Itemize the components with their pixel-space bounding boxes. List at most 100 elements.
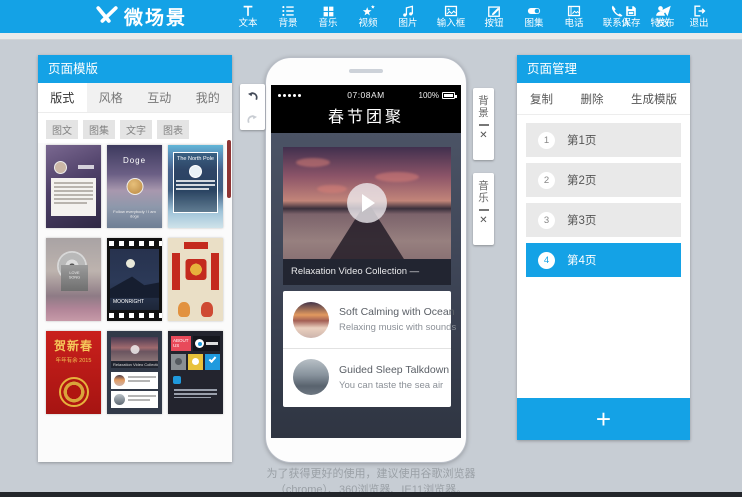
template-thumbnail-north-pole[interactable]: The North Pole — [168, 145, 223, 228]
toolbar-video-button[interactable]: 视频 — [348, 0, 388, 33]
page-panel-title: 页面管理 — [517, 55, 690, 83]
toolbar-label: 文本 — [238, 19, 257, 29]
template-thumbnail-contact-dark[interactable]: ABOUT US — [168, 331, 223, 414]
template-tabs: 版式 风格 互动 我的 — [38, 83, 232, 113]
toolbar-button-button[interactable]: 按钮 — [474, 0, 514, 33]
toolbar-image-button[interactable]: 图片 — [388, 0, 428, 33]
page-item-4-selected[interactable]: 4 第4页 — [526, 243, 681, 277]
battery-indicator: 100% — [419, 91, 455, 100]
undo-button[interactable] — [244, 87, 261, 104]
text-line — [176, 180, 215, 182]
template-thumbnail-doge[interactable]: Doge Follow everybody ! I am doge — [107, 145, 162, 228]
plus-icon: + — [596, 404, 611, 435]
page-item-1[interactable]: 1 第1页 — [526, 123, 681, 157]
save-button[interactable]: 保存 — [614, 0, 648, 33]
component-tab-background[interactable]: 背景 ✕ — [473, 88, 494, 160]
publish-button[interactable]: 发布 — [648, 0, 682, 33]
filter-chart[interactable]: 图表 — [157, 120, 189, 139]
list-icon — [281, 4, 295, 18]
exit-button[interactable]: 退出 — [682, 0, 716, 33]
template-thumbnail-love-song[interactable]: LOVE SONG — [46, 238, 101, 321]
bordered-card: The North Pole — [173, 152, 218, 213]
play-button[interactable] — [347, 183, 387, 223]
text-line — [54, 190, 93, 192]
mini-play-icon — [130, 345, 139, 354]
page-item-2[interactable]: 2 第2页 — [526, 163, 681, 197]
phone-icon — [195, 339, 204, 348]
check-icon — [209, 355, 217, 363]
page-label: 第1页 — [567, 132, 596, 148]
name-tag — [78, 165, 94, 169]
page-item-3[interactable]: 3 第3页 — [526, 203, 681, 237]
tab-style[interactable]: 风格 — [87, 83, 136, 112]
video-caption: Relaxation Video Collection — — [283, 259, 451, 285]
cartoon-kid — [201, 302, 213, 317]
toolbar-music-button[interactable]: 音乐 — [308, 0, 348, 33]
template-thumbnail-profile-purple[interactable] — [46, 145, 101, 228]
panel-scrollbar-thumb[interactable] — [227, 140, 231, 198]
text-line — [54, 194, 93, 196]
playlist-item[interactable]: Soft Calming with Ocean Relaxing music w… — [283, 291, 451, 348]
track-title: Soft Calming with Ocean — [339, 306, 441, 318]
redo-button[interactable] — [244, 110, 261, 127]
page-number-badge: 2 — [538, 172, 555, 189]
filter-text[interactable]: 文字 — [120, 120, 152, 139]
toolbar-label: 电话 — [564, 19, 583, 29]
chat-tile — [188, 354, 203, 370]
doge-avatar — [126, 178, 143, 195]
phone-tile — [193, 336, 220, 351]
template-thumbnail-moonlight-film[interactable]: MOONRIGHT — [107, 238, 162, 321]
music-note-icon — [401, 4, 415, 18]
phone-number-line — [206, 342, 218, 345]
text-line — [54, 182, 93, 184]
cloud — [375, 172, 419, 182]
toolbar-label: 按钮 — [484, 19, 503, 29]
toolbar-label: 发布 — [655, 19, 674, 29]
add-page-button[interactable]: + — [517, 398, 690, 440]
toolbar-background-button[interactable]: 背景 — [268, 0, 308, 33]
template-thumbnail-new-year-paper[interactable] — [168, 238, 223, 321]
filter-image-text[interactable]: 图文 — [46, 120, 78, 139]
generate-template-button[interactable]: 生成模版 — [631, 91, 677, 107]
browser-hint-line1: 为了获得更好的使用，建议使用谷歌浏览器 — [0, 467, 742, 483]
copy-page-button[interactable]: 复制 — [530, 91, 553, 107]
toolbar-gallery-button[interactable]: 图集 — [514, 0, 554, 33]
phone-speaker — [349, 69, 383, 73]
page-label: 第4页 — [567, 252, 596, 268]
text-line — [174, 393, 217, 395]
text-line — [54, 202, 87, 204]
component-tab-label: 背景 — [478, 95, 490, 119]
cloud — [296, 158, 330, 167]
close-icon[interactable]: ✕ — [479, 216, 487, 226]
about-tile: ABOUT US — [171, 336, 191, 351]
couplet-right — [211, 253, 219, 290]
toolbar-text-button[interactable]: 文本 — [228, 0, 268, 33]
toolbar-actions: 保存 发布 退出 — [614, 0, 716, 33]
template-thumbnail-relaxation[interactable]: Relaxation Video Collection — [107, 331, 162, 414]
text-line — [128, 399, 150, 401]
tab-layout[interactable]: 版式 — [38, 83, 87, 112]
component-tab-music[interactable]: 音乐 ✕ — [473, 173, 494, 245]
text-card — [51, 178, 96, 216]
video-thumbnail — [283, 147, 451, 259]
playlist-item[interactable]: Guided Sleep Talkdown You can taste the … — [283, 348, 451, 405]
tab-mine[interactable]: 我的 — [184, 83, 233, 112]
filter-gallery[interactable]: 图集 — [83, 120, 115, 139]
toolbar-phone-button[interactable]: 电话 — [554, 0, 594, 33]
topbar: 微场景 文本 背景 音乐 视频 图片 — [0, 0, 742, 33]
video-component[interactable]: Relaxation Video Collection — — [283, 147, 451, 285]
toggle-icon — [526, 4, 542, 18]
toolbar-input-box-button[interactable]: 输入框 — [428, 0, 474, 33]
avatar — [54, 161, 67, 174]
close-icon[interactable]: ✕ — [479, 131, 487, 141]
logo-x-icon — [95, 5, 119, 29]
track-texts: Guided Sleep Talkdown You can taste the … — [339, 364, 441, 391]
page-content: Relaxation Video Collection — Soft Calmi… — [271, 133, 461, 438]
tab-interactive[interactable]: 互动 — [135, 83, 184, 112]
template-thumbnail-new-year-red[interactable]: 贺新春 年年有余 2015 — [46, 331, 101, 414]
mini-list-row — [111, 372, 158, 389]
page-number-badge: 1 — [538, 132, 555, 149]
delete-page-button[interactable]: 删除 — [581, 91, 604, 107]
toolbar-label: 图集 — [524, 19, 543, 29]
page-management-panel: 页面管理 复制 删除 生成模版 1 第1页 2 第2页 3 第3页 4 第4页 — [517, 55, 690, 440]
